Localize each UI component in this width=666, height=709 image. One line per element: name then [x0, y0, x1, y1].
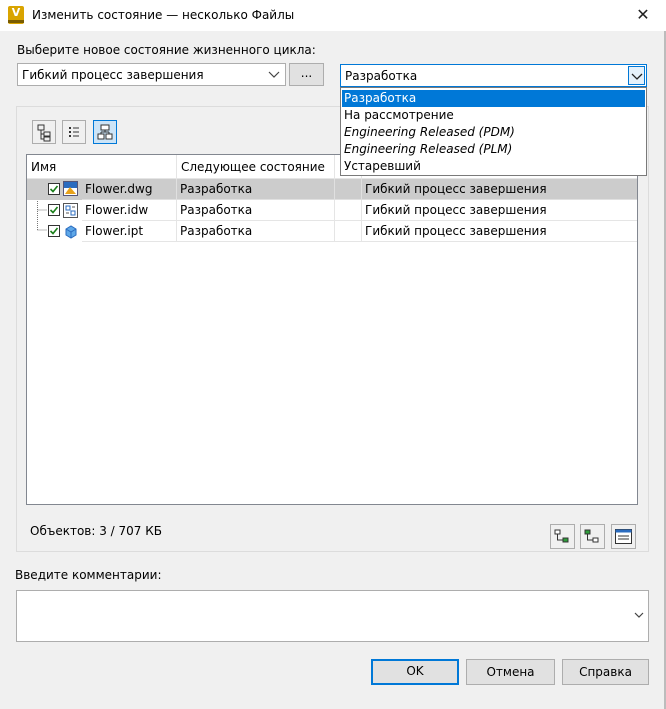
cell-col3	[335, 179, 362, 200]
cell-next-state: Разработка	[177, 179, 335, 200]
comment-field[interactable]	[16, 590, 649, 642]
cancel-button[interactable]: Отмена	[466, 659, 555, 685]
list-view-icon	[69, 127, 79, 137]
chevron-down-icon	[631, 73, 643, 80]
state-combo[interactable]: Разработка	[340, 64, 647, 87]
cell-col3	[335, 221, 362, 242]
lifecycle-process-combo[interactable]: Гибкий процесс завершения	[17, 63, 286, 86]
cell-process: Гибкий процесс завершения	[362, 179, 637, 200]
column-header-next-state[interactable]: Следующее состояние	[177, 155, 335, 179]
table-row[interactable]: Flower.ipt Разработка Гибкий процесс зав…	[27, 221, 637, 242]
browse-button[interactable]: ...	[289, 63, 324, 86]
cell-process: Гибкий процесс завершения	[362, 221, 637, 242]
close-button[interactable]: ✕	[620, 0, 666, 31]
state-option[interactable]: Engineering Released (PLM)	[342, 141, 645, 158]
column-header-name[interactable]: Имя	[27, 155, 177, 179]
tree-view-button[interactable]	[32, 120, 56, 144]
help-button-label: Справка	[579, 665, 632, 679]
idw-file-icon	[63, 203, 78, 218]
vault-app-icon: V	[8, 6, 24, 24]
row-checkbox[interactable]	[48, 225, 60, 237]
row-checkbox[interactable]	[48, 204, 60, 216]
checkmark-icon	[49, 206, 59, 214]
help-button[interactable]: Справка	[562, 659, 649, 685]
ok-button-label: OK	[406, 664, 424, 678]
collapse-tree-button[interactable]	[580, 524, 605, 549]
table-row[interactable]: Flower.idw Разработка Гибкий процесс зав…	[27, 200, 637, 221]
details-panel-button[interactable]	[611, 524, 636, 549]
tree-view-icon	[37, 124, 51, 142]
objects-count: Объектов: 3 / 707 КБ	[30, 524, 162, 538]
checkmark-icon	[49, 185, 59, 193]
state-dropdown-list[interactable]: Разработка На рассмотрение Engineering R…	[340, 87, 647, 176]
details-panel-icon	[615, 529, 632, 544]
state-option[interactable]: Разработка	[342, 90, 645, 107]
dwg-file-icon	[63, 181, 78, 196]
browse-button-label: ...	[300, 66, 313, 80]
state-option[interactable]: Engineering Released (PDM)	[342, 124, 645, 141]
row-checkbox[interactable]	[48, 183, 60, 195]
list-view-button[interactable]	[62, 120, 86, 144]
cell-process: Гибкий процесс завершения	[362, 200, 637, 221]
checkmark-icon	[49, 227, 59, 235]
lifecycle-label: Выберите новое состояние жизненного цикл…	[17, 43, 316, 57]
expand-tree-icon	[554, 529, 569, 543]
state-dropdown-button[interactable]	[628, 66, 645, 85]
comment-label: Введите комментарии:	[15, 568, 162, 582]
state-option[interactable]: Устаревший	[342, 158, 645, 175]
state-value: Разработка	[345, 69, 418, 83]
cell-next-state: Разработка	[177, 200, 335, 221]
hierarchy-view-button[interactable]	[93, 120, 117, 144]
expand-tree-button[interactable]	[550, 524, 575, 549]
cell-name: Flower.ipt	[82, 221, 177, 242]
cell-next-state: Разработка	[177, 221, 335, 242]
window-title: Изменить состояние — несколько Файлы	[32, 8, 295, 22]
table-row[interactable]: Flower.dwg Разработка Гибкий процесс зав…	[27, 179, 637, 200]
cancel-button-label: Отмена	[486, 665, 535, 679]
chevron-down-icon[interactable]	[633, 609, 645, 621]
chevron-down-icon	[268, 71, 280, 78]
cell-name: Flower.idw	[82, 200, 177, 221]
cell-col3	[335, 200, 362, 221]
cell-name: Flower.dwg	[82, 179, 177, 200]
hierarchy-view-icon	[97, 124, 113, 140]
collapse-tree-icon	[584, 529, 599, 543]
state-option[interactable]: На рассмотрение	[342, 107, 645, 124]
ok-button[interactable]: OK	[371, 659, 459, 685]
files-grid[interactable]: Имя Следующее состояние Flower.dwg Разра…	[26, 154, 638, 505]
lifecycle-process-value: Гибкий процесс завершения	[22, 68, 204, 82]
close-icon: ✕	[636, 5, 650, 24]
ipt-file-icon	[65, 225, 77, 239]
